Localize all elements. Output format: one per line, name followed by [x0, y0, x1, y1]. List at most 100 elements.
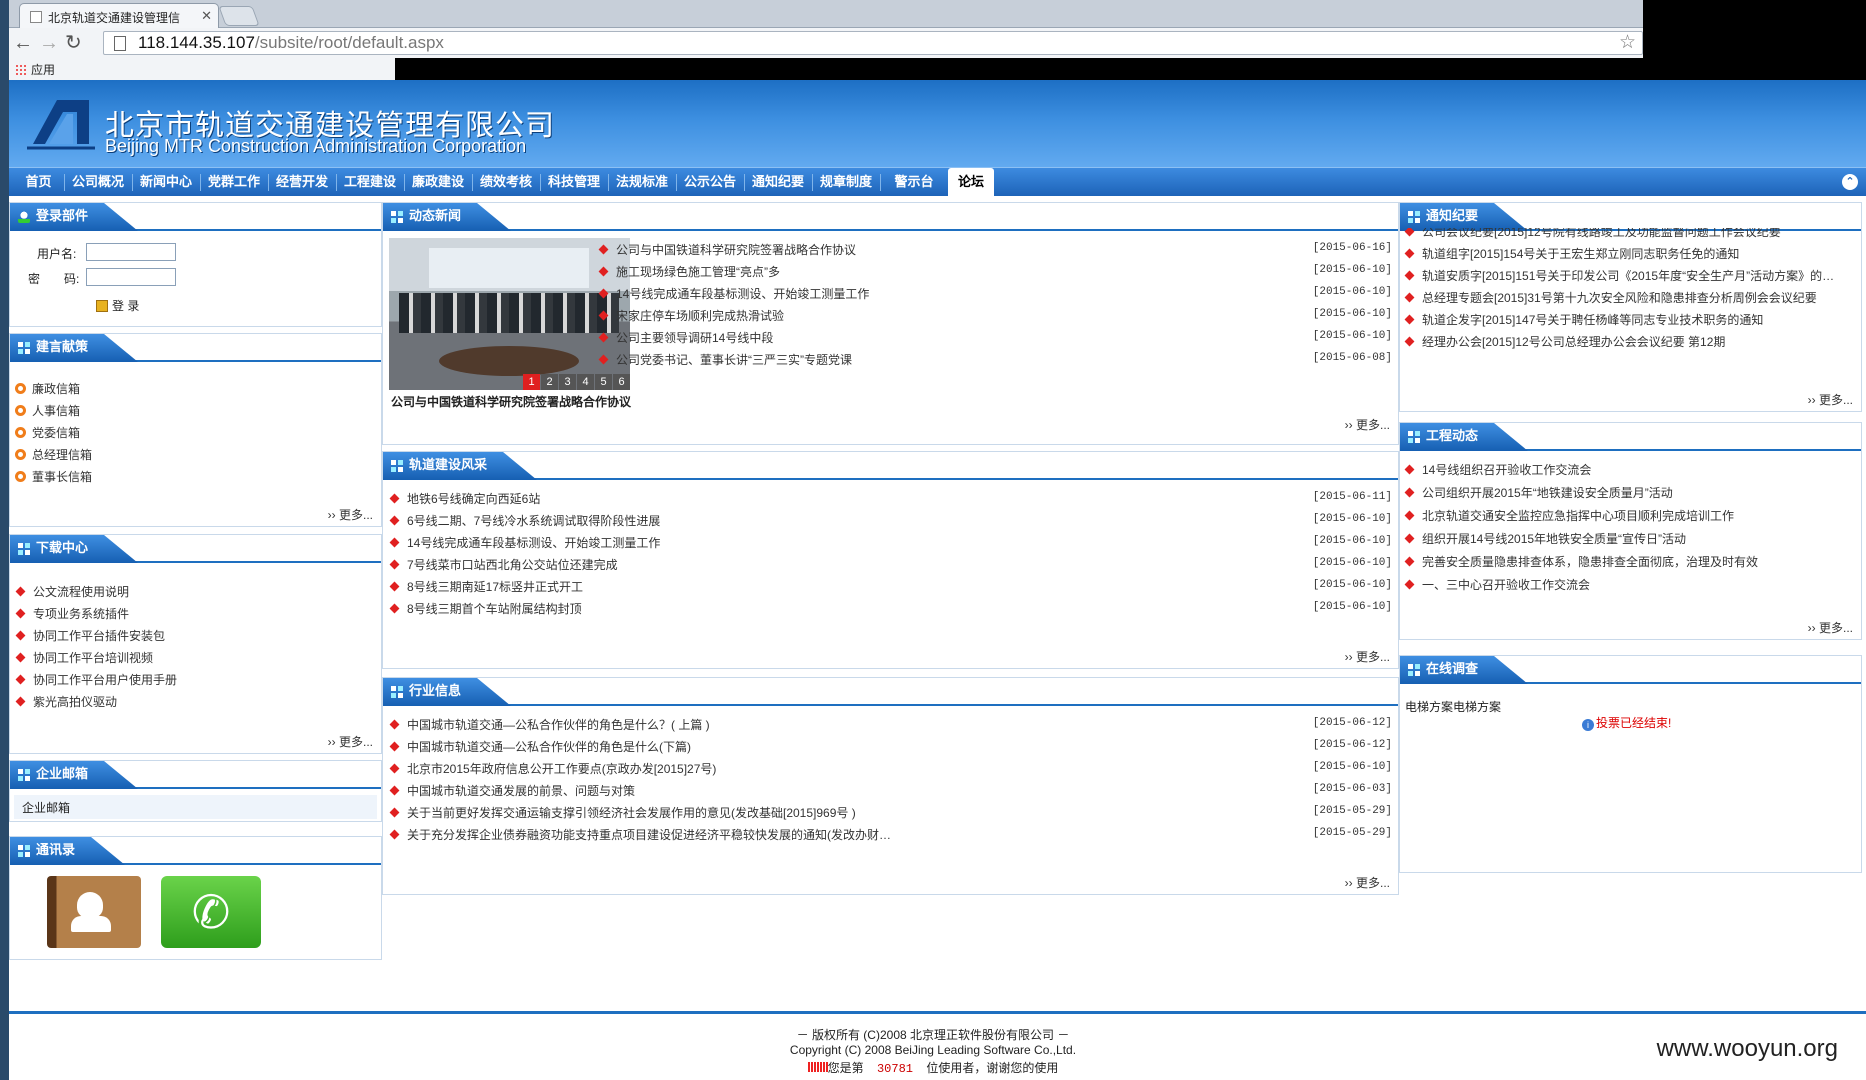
password-input[interactable] [86, 268, 176, 286]
list-item-date: [2015-06-10] [1312, 601, 1392, 613]
list-item[interactable]: 公司党委书记、董事长讲“三严三实”专题党课 [598, 351, 1218, 368]
nav-item[interactable]: 论坛 [948, 168, 994, 196]
bullet-icon [1404, 248, 1415, 259]
list-item[interactable]: 经理办公会[2015]12号公司总经理办公会会议纪要 第12期 [1404, 333, 1856, 350]
list-item[interactable]: 公文流程使用说明 [15, 583, 375, 600]
list-item[interactable]: 党委信箱 [15, 424, 375, 441]
nav-item[interactable]: 新闻中心 [132, 168, 200, 196]
back-arrow-icon[interactable]: ← [13, 32, 33, 54]
list-item[interactable]: 完善安全质量隐患排查体系，隐患排查全面彻底，治理及时有效 [1404, 553, 1856, 570]
list-item[interactable]: 7号线菜市口站西北角公交站位还建完成 [389, 556, 1289, 573]
slide-pager-button[interactable]: 2 [541, 374, 558, 390]
nav-item[interactable]: 公司概况 [64, 168, 132, 196]
list-item[interactable]: 关于当前更好发挥交通运输支撑引领经济社会发展作用的意见(发改基础[2015]96… [389, 804, 1289, 821]
list-item[interactable]: 14号线完成通车段基标测设、开始竣工测量工作 [598, 285, 1218, 302]
list-item[interactable]: 组织开展14号线2015年地铁安全质量“宣传日”活动 [1404, 530, 1856, 547]
list-item[interactable]: 宋家庄停车场顺利完成热滑试验 [598, 307, 1218, 324]
notice-more-link[interactable]: ›› 更多... [1808, 391, 1853, 408]
slide-pager-button[interactable]: 5 [595, 374, 612, 390]
list-item[interactable]: 协同工作平台用户使用手册 [15, 671, 375, 688]
list-item[interactable]: 轨道安质字[2015]151号关于印发公司《2015年度“安全生产月”活动方案》… [1404, 267, 1856, 284]
list-item-date: [2015-06-11] [1312, 491, 1392, 503]
list-item[interactable]: 14号线完成通车段基标测设、开始竣工测量工作 [389, 534, 1289, 551]
bullet-icon [389, 741, 400, 752]
nav-item[interactable]: 首页 [13, 168, 64, 196]
address-bar[interactable]: 118.144.35.107/subsite/root/default.aspx… [103, 31, 1643, 55]
download-more-link[interactable]: ›› 更多... [328, 733, 373, 750]
slide-pager-button[interactable]: 4 [577, 374, 594, 390]
list-item[interactable]: 中国城市轨道交通—公私合作伙伴的角色是什么？( 上篇 ) [389, 716, 1289, 733]
browser-tab[interactable]: 北京轨道交通建设管理信 ✕ [19, 3, 219, 28]
nav-item[interactable]: 警示台 [880, 168, 948, 196]
bookmark-star-icon[interactable]: ☆ [1619, 31, 1636, 54]
nav-item[interactable]: 绩效考核 [472, 168, 540, 196]
company-logo-icon [27, 100, 95, 150]
bullet-icon [15, 471, 26, 482]
mail-link[interactable]: 企业邮箱 [14, 795, 377, 819]
list-item[interactable]: 协同工作平台培训视频 [15, 649, 375, 666]
list-item-text: 廉政信箱 [32, 382, 81, 396]
visitor-suffix: 位使用者，谢谢您的使用 [926, 1061, 1059, 1075]
style-more-link[interactable]: ›› 更多... [1345, 648, 1390, 665]
industry-more-link[interactable]: ›› 更多... [1345, 874, 1390, 891]
list-item[interactable]: 北京市2015年政府信息公开工作要点(京政办发[2015]27号) [389, 760, 1289, 777]
list-item[interactable]: 人事信箱 [15, 402, 375, 419]
advice-more-link[interactable]: ›› 更多... [328, 506, 373, 523]
news-more-link[interactable]: ›› 更多... [1345, 416, 1390, 433]
bullet-icon [15, 427, 26, 438]
list-item[interactable]: 总经理信箱 [15, 446, 375, 463]
bullet-icon [598, 332, 609, 343]
list-item[interactable]: 6号线二期、7号线冷水系统调试取得阶段性进展 [389, 512, 1289, 529]
new-tab-button[interactable] [218, 6, 260, 26]
list-item[interactable]: 8号线三期南延17标竖井正式开工 [389, 578, 1289, 595]
nav-item[interactable]: 党群工作 [200, 168, 268, 196]
nav-item[interactable]: 规章制度 [812, 168, 880, 196]
list-item[interactable]: 总经理专题会[2015]31号第十九次安全风险和隐患排查分析周例会会议纪要 [1404, 289, 1856, 306]
login-button[interactable]: 登 录 [96, 297, 139, 314]
news-photo-caption[interactable]: 公司与中国铁道科学研究院签署战略合作协议 [391, 393, 631, 410]
slide-pager-button[interactable]: 6 [613, 374, 630, 390]
nav-item[interactable]: 公示公告 [676, 168, 744, 196]
list-item[interactable]: 8号线三期首个车站附属结构封顶 [389, 600, 1289, 617]
list-item[interactable]: 廉政信箱 [15, 380, 375, 397]
list-item[interactable]: 中国城市轨道交通发展的前景、问题与对策 [389, 782, 1289, 799]
grid-icon [1408, 431, 1420, 443]
list-item[interactable]: 地铁6号线确定向西延6站 [389, 490, 1289, 507]
list-item[interactable]: 14号线组织召开验收工作交流会 [1404, 461, 1856, 478]
reload-icon[interactable]: ↻ [65, 32, 82, 54]
list-item[interactable]: 一、三中心召开验收工作交流会 [1404, 576, 1856, 593]
list-item[interactable]: 紫光高拍仪驱动 [15, 693, 375, 710]
list-item[interactable]: 公司与中国铁道科学研究院签署战略合作协议 [598, 241, 1218, 258]
list-item-text: 总经理专题会[2015]31号第十九次安全风险和隐患排查分析周例会会议纪要 [1422, 291, 1817, 305]
list-item[interactable]: 施工现场绿色施工管理“亮点”多 [598, 263, 1218, 280]
list-item[interactable]: 协同工作平台插件安装包 [15, 627, 375, 644]
nav-item[interactable]: 法规标准 [608, 168, 676, 196]
address-book-icon[interactable] [47, 876, 141, 948]
list-item[interactable]: 北京轨道交通安全监控应急指挥中心项目顺利完成培训工作 [1404, 507, 1856, 524]
list-item[interactable]: 董事长信箱 [15, 468, 375, 485]
phone-icon[interactable]: ✆ [161, 876, 261, 948]
nav-item[interactable]: 工程建设 [336, 168, 404, 196]
nav-item[interactable]: 科技管理 [540, 168, 608, 196]
nav-item[interactable]: 经营开发 [268, 168, 336, 196]
slide-pager-button[interactable]: 1 [523, 374, 540, 390]
list-item[interactable]: 轨道组字[2015]154号关于王宏生郑立刚同志职务任免的通知 [1404, 245, 1856, 262]
list-item[interactable]: 关于充分发挥企业债券融资功能支持重点项目建设促进经济平稳较快发展的通知(发改办财… [389, 826, 1289, 843]
nav-item[interactable]: 廉政建设 [404, 168, 472, 196]
list-item[interactable]: 专项业务系统插件 [15, 605, 375, 622]
slide-pager-button[interactable]: 3 [559, 374, 576, 390]
list-item-date: [2015-06-12] [1312, 739, 1392, 751]
scroll-up-icon[interactable]: ⌃ [1842, 174, 1858, 190]
project-more-link[interactable]: ›› 更多... [1808, 619, 1853, 636]
list-item-text: 轨道企发字[2015]147号关于聘任杨峰等同志专业技术职务的通知 [1422, 313, 1764, 327]
close-tab-icon[interactable]: ✕ [201, 8, 212, 24]
list-item[interactable]: 公司组织开展2015年“地铁建设安全质量月”活动 [1404, 484, 1856, 501]
username-input[interactable] [86, 243, 176, 261]
list-item[interactable]: 轨道企发字[2015]147号关于聘任杨峰等同志专业技术职务的通知 [1404, 311, 1856, 328]
forward-arrow-icon[interactable]: → [39, 32, 59, 54]
list-item[interactable]: 中国城市轨道交通—公私合作伙伴的角色是什么(下篇) [389, 738, 1289, 755]
news-photo[interactable]: 123456 [389, 238, 630, 390]
apps-bookmark[interactable]: 应用 [31, 63, 55, 77]
nav-item[interactable]: 通知纪要 [744, 168, 812, 196]
list-item[interactable]: 公司主要领导调研14号线中段 [598, 329, 1218, 346]
